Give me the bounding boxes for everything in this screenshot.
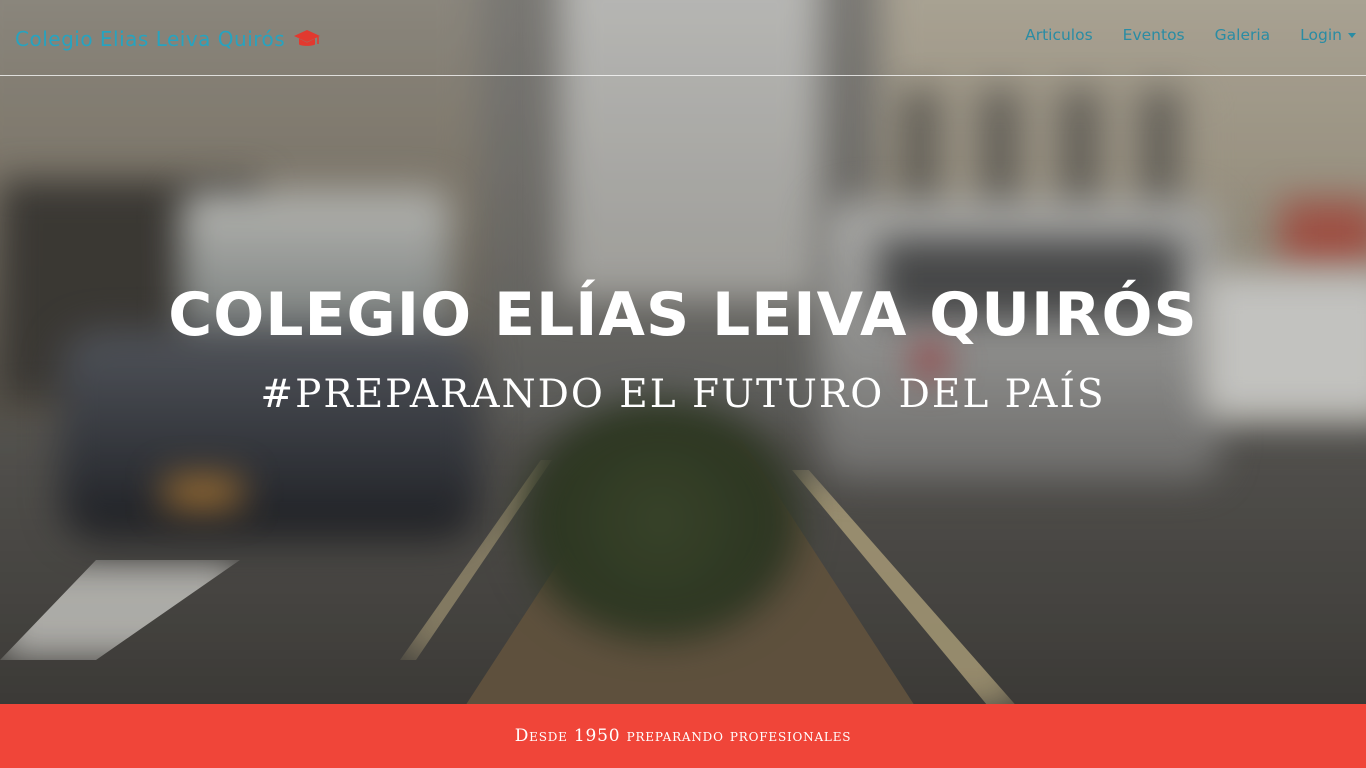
- top-navbar: Colegio Elias Leiva Quirós Articulos Eve…: [0, 0, 1366, 76]
- brand-name: Colegio Elias Leiva Quirós: [15, 27, 286, 51]
- nav-link-login-dropdown[interactable]: Login: [1300, 26, 1356, 44]
- caret-down-icon: [1348, 32, 1356, 38]
- login-label: Login: [1300, 26, 1342, 44]
- hero-subtitle: #PREPARANDO EL FUTURO DEL PAÍS: [260, 372, 1106, 417]
- hero-title: COLEGIO ELÍAS LEIVA QUIRÓS: [168, 280, 1198, 350]
- tagline-text: Desde 1950 preparando profesionales: [514, 726, 852, 746]
- nav-links: Articulos Eventos Galeria Login: [995, 26, 1356, 44]
- hero-background-image: [0, 0, 1366, 704]
- nav-link-eventos[interactable]: Eventos: [1123, 26, 1185, 44]
- tagline-band: Desde 1950 preparando profesionales: [0, 704, 1366, 768]
- graduation-cap-icon: [293, 28, 321, 50]
- brand-link[interactable]: Colegio Elias Leiva Quirós: [15, 27, 321, 51]
- nav-link-galeria[interactable]: Galeria: [1215, 26, 1271, 44]
- nav-link-articulos[interactable]: Articulos: [1025, 26, 1093, 44]
